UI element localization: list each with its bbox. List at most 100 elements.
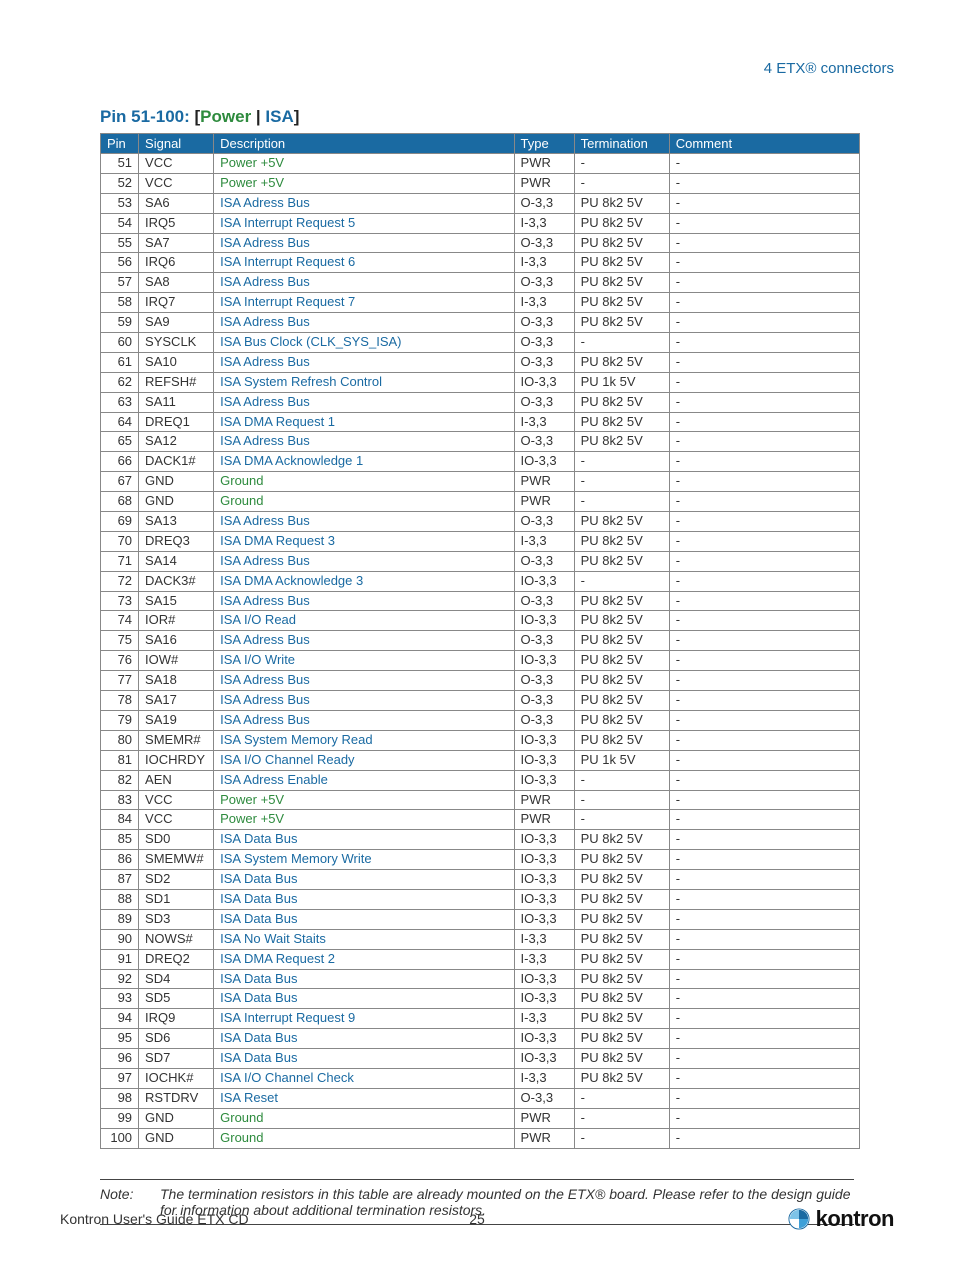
cell-signal: SA13: [139, 512, 214, 532]
cell-termination: PU 8k2 5V: [574, 850, 669, 870]
cell-signal: GND: [139, 492, 214, 512]
cell-description: Power +5V: [214, 173, 514, 193]
cell-description: ISA System Memory Write: [214, 850, 514, 870]
cell-comment: -: [669, 909, 859, 929]
cell-pin: 84: [101, 810, 139, 830]
table-header-row: Pin Signal Description Type Termination …: [101, 134, 860, 154]
cell-type: PWR: [514, 492, 574, 512]
cell-comment: -: [669, 273, 859, 293]
cell-signal: SMEMR#: [139, 730, 214, 750]
cell-description: ISA Adress Bus: [214, 273, 514, 293]
cell-pin: 69: [101, 512, 139, 532]
cell-type: O-3,3: [514, 333, 574, 353]
cell-pin: 53: [101, 193, 139, 213]
cell-pin: 92: [101, 969, 139, 989]
cell-description: ISA I/O Channel Ready: [214, 750, 514, 770]
cell-description: ISA Interrupt Request 5: [214, 213, 514, 233]
cell-comment: -: [669, 710, 859, 730]
cell-termination: -: [574, 492, 669, 512]
cell-description: ISA DMA Request 1: [214, 412, 514, 432]
cell-type: O-3,3: [514, 313, 574, 333]
cell-termination: PU 8k2 5V: [574, 870, 669, 890]
page-footer: Kontron User's Guide ETX CD 25 kontron: [60, 1206, 894, 1232]
cell-pin: 89: [101, 909, 139, 929]
cell-type: PWR: [514, 472, 574, 492]
table-row: 60SYSCLKISA Bus Clock (CLK_SYS_ISA)O-3,3…: [101, 333, 860, 353]
cell-pin: 100: [101, 1128, 139, 1148]
cell-pin: 55: [101, 233, 139, 253]
title-sep: |: [251, 107, 265, 126]
cell-pin: 74: [101, 611, 139, 631]
cell-type: I-3,3: [514, 213, 574, 233]
th-description: Description: [214, 134, 514, 154]
cell-pin: 77: [101, 671, 139, 691]
cell-comment: -: [669, 551, 859, 571]
cell-comment: -: [669, 154, 859, 174]
table-row: 95SD6ISA Data BusIO-3,3PU 8k2 5V-: [101, 1029, 860, 1049]
cell-pin: 82: [101, 770, 139, 790]
cell-type: IO-3,3: [514, 611, 574, 631]
cell-type: O-3,3: [514, 551, 574, 571]
cell-type: I-3,3: [514, 531, 574, 551]
cell-type: IO-3,3: [514, 1049, 574, 1069]
cell-type: IO-3,3: [514, 571, 574, 591]
cell-description: ISA Data Bus: [214, 969, 514, 989]
cell-termination: PU 8k2 5V: [574, 710, 669, 730]
cell-signal: VCC: [139, 154, 214, 174]
cell-pin: 67: [101, 472, 139, 492]
cell-pin: 86: [101, 850, 139, 870]
cell-type: I-3,3: [514, 412, 574, 432]
cell-type: IO-3,3: [514, 452, 574, 472]
table-row: 61SA10ISA Adress BusO-3,3PU 8k2 5V-: [101, 352, 860, 372]
cell-termination: PU 8k2 5V: [574, 591, 669, 611]
cell-type: PWR: [514, 790, 574, 810]
cell-signal: SA6: [139, 193, 214, 213]
cell-comment: -: [669, 1128, 859, 1148]
table-row: 72DACK3#ISA DMA Acknowledge 3IO-3,3--: [101, 571, 860, 591]
table-row: 53SA6ISA Adress BusO-3,3PU 8k2 5V-: [101, 193, 860, 213]
cell-comment: -: [669, 1088, 859, 1108]
table-row: 94IRQ9ISA Interrupt Request 9I-3,3PU 8k2…: [101, 1009, 860, 1029]
cell-comment: -: [669, 929, 859, 949]
cell-termination: PU 8k2 5V: [574, 691, 669, 711]
cell-comment: -: [669, 1049, 859, 1069]
cell-pin: 81: [101, 750, 139, 770]
footer-left: Kontron User's Guide ETX CD: [60, 1211, 249, 1227]
cell-description: ISA Data Bus: [214, 1049, 514, 1069]
cell-type: O-3,3: [514, 671, 574, 691]
cell-comment: -: [669, 392, 859, 412]
cell-comment: -: [669, 372, 859, 392]
table-row: 89SD3ISA Data BusIO-3,3PU 8k2 5V-: [101, 909, 860, 929]
cell-comment: -: [669, 870, 859, 890]
cell-type: O-3,3: [514, 691, 574, 711]
page-header: 4 ETX® connectors: [60, 60, 894, 77]
cell-termination: PU 8k2 5V: [574, 551, 669, 571]
cell-termination: PU 8k2 5V: [574, 889, 669, 909]
cell-signal: IOCHK#: [139, 1068, 214, 1088]
cell-comment: -: [669, 293, 859, 313]
cell-type: I-3,3: [514, 929, 574, 949]
cell-type: IO-3,3: [514, 1029, 574, 1049]
cell-description: ISA Adress Enable: [214, 770, 514, 790]
table-row: 75SA16ISA Adress BusO-3,3PU 8k2 5V-: [101, 631, 860, 651]
cell-description: ISA Adress Bus: [214, 392, 514, 412]
cell-pin: 90: [101, 929, 139, 949]
cell-termination: -: [574, 571, 669, 591]
cell-termination: PU 8k2 5V: [574, 1009, 669, 1029]
table-row: 84VCCPower +5VPWR--: [101, 810, 860, 830]
cell-signal: SA7: [139, 233, 214, 253]
cell-comment: -: [669, 412, 859, 432]
cell-pin: 64: [101, 412, 139, 432]
cell-termination: -: [574, 472, 669, 492]
cell-comment: -: [669, 989, 859, 1009]
cell-pin: 75: [101, 631, 139, 651]
table-row: 80SMEMR#ISA System Memory ReadIO-3,3PU 8…: [101, 730, 860, 750]
cell-comment: -: [669, 611, 859, 631]
cell-termination: PU 8k2 5V: [574, 352, 669, 372]
cell-signal: SA9: [139, 313, 214, 333]
cell-type: IO-3,3: [514, 850, 574, 870]
cell-termination: PU 8k2 5V: [574, 293, 669, 313]
cell-signal: SD7: [139, 1049, 214, 1069]
cell-signal: IOW#: [139, 651, 214, 671]
cell-signal: GND: [139, 1128, 214, 1148]
